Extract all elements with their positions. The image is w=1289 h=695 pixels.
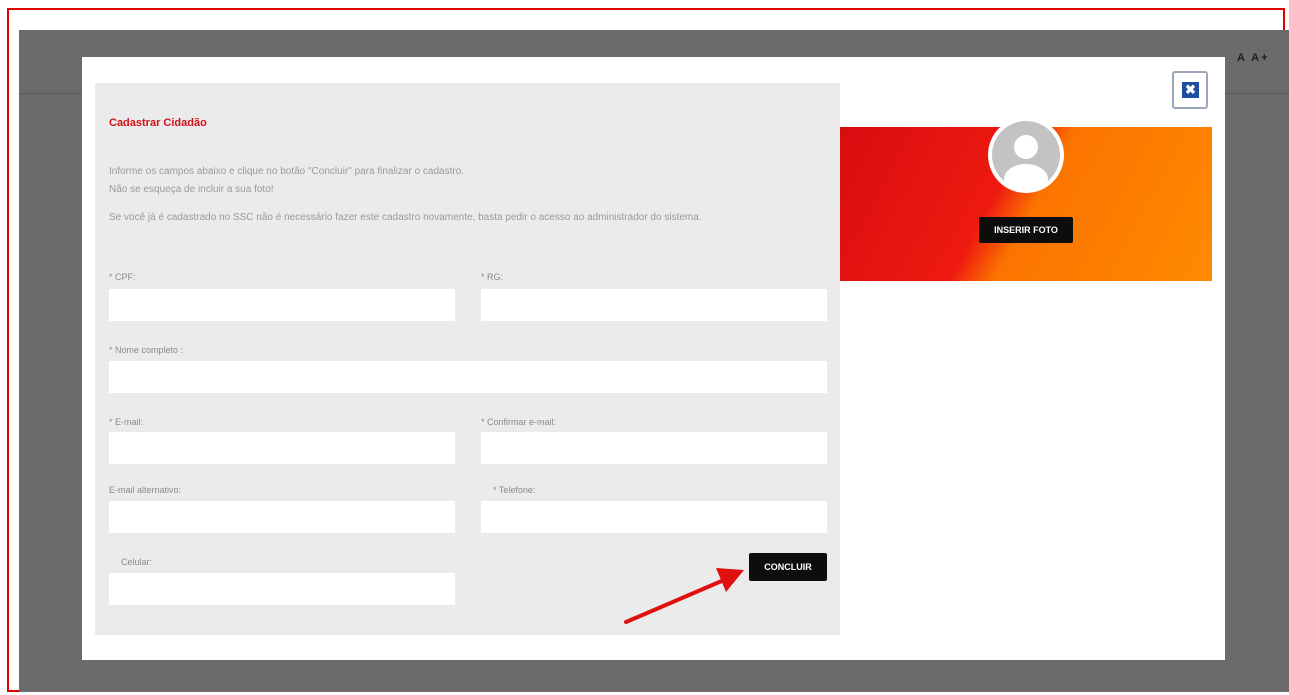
concluir-button[interactable]: CONCLUIR	[749, 553, 827, 581]
phone-input[interactable]	[481, 501, 827, 533]
registration-form: Cadastrar Cidadão Informe os campos abai…	[95, 83, 840, 635]
close-button[interactable]: ✖	[1172, 71, 1208, 109]
confirm-email-input[interactable]	[481, 432, 827, 464]
mobile-label: Celular:	[121, 557, 153, 567]
user-avatar-icon	[992, 121, 1060, 189]
phone-label: * Telefone:	[493, 485, 536, 495]
alt-email-label: E-mail alternativo:	[109, 485, 182, 495]
close-icon: ✖	[1182, 82, 1199, 98]
alt-email-input[interactable]	[109, 501, 455, 533]
cpf-label: * CPF:	[109, 272, 136, 282]
full-name-input[interactable]	[109, 361, 827, 393]
form-instructions: Informe os campos abaixo e clique no bot…	[109, 163, 464, 199]
email-input[interactable]	[109, 432, 455, 464]
mobile-input[interactable]	[109, 573, 455, 605]
instruction-line: Informe os campos abaixo e clique no bot…	[109, 166, 465, 177]
annotation-arrow-icon	[624, 568, 744, 624]
email-label: * E-mail:	[109, 417, 144, 427]
rg-label: * RG:	[481, 272, 504, 282]
cpf-input[interactable]	[109, 289, 455, 321]
form-title: Cadastrar Cidadão	[109, 117, 207, 129]
user-avatar	[988, 117, 1064, 193]
form-note: Se você já é cadastrado no SSC não é nec…	[109, 212, 702, 223]
confirm-email-label: * Confirmar e-mail:	[481, 417, 557, 427]
font-size-controls[interactable]: A A+	[1237, 52, 1270, 64]
rg-input[interactable]	[481, 289, 827, 321]
instruction-line: Não se esqueça de incluir a sua foto!	[109, 184, 274, 195]
full-name-label: * Nome completo :	[109, 345, 184, 355]
insert-photo-button[interactable]: INSERIR FOTO	[979, 217, 1073, 243]
